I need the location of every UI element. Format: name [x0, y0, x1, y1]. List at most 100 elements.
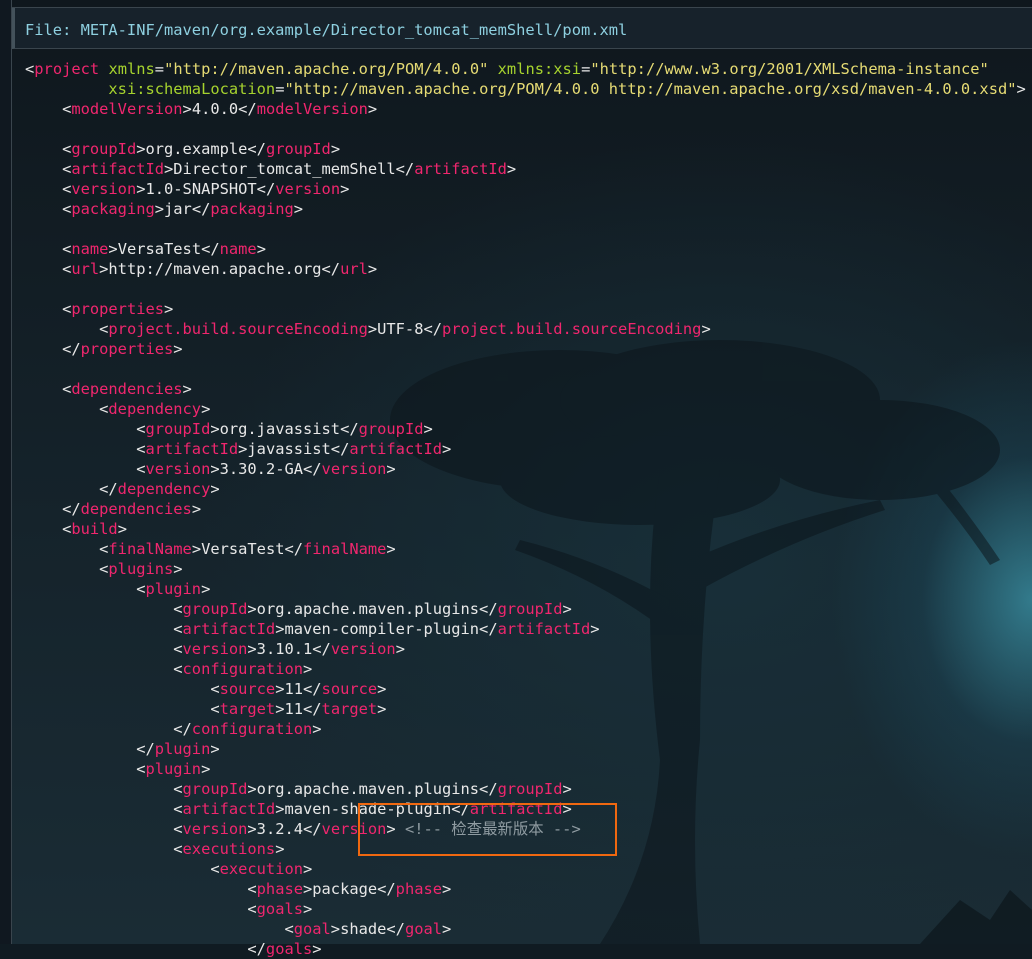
- xml-text: =: [581, 60, 591, 78]
- xml-text: >org.javassist</: [210, 420, 359, 438]
- xml-text: >11</: [275, 700, 322, 718]
- xml-text: >Director_tomcat_memShell</: [164, 160, 415, 178]
- xml-text: <: [25, 820, 183, 838]
- xml-tag-name: artifactId: [182, 620, 276, 638]
- xml-text: >3.2.4</: [247, 820, 322, 838]
- xml-tag-name: name: [71, 240, 109, 258]
- xml-tag-name: groupId: [265, 140, 331, 158]
- xml-tag-name: goal: [293, 920, 331, 938]
- xml-text: <: [25, 560, 109, 578]
- xml-text: [25, 80, 108, 98]
- xml-tag-name: target: [219, 700, 276, 718]
- xml-text: >: [367, 100, 378, 118]
- xml-text: >: [201, 580, 211, 598]
- xml-tag-name: source: [321, 680, 378, 698]
- xml-text: <: [25, 260, 72, 278]
- code-line: <url>http://maven.apache.org</url>: [25, 259, 1026, 279]
- xml-text: >: [173, 560, 183, 578]
- xml-tag-name: artifactId: [349, 440, 443, 458]
- xml-text: <: [25, 760, 146, 778]
- xml-text: >: [210, 740, 220, 758]
- xml-text: >: [201, 400, 211, 418]
- xml-tag-name: groupId: [71, 140, 137, 158]
- xml-text: >: [312, 940, 322, 958]
- xml-text: >: [1016, 80, 1026, 98]
- xml-text: >http://maven.apache.org</: [99, 260, 341, 278]
- xml-tag-name: version: [145, 460, 211, 478]
- xml-text: >3.30.2-GA</: [210, 460, 322, 478]
- xml-text: =: [154, 60, 165, 78]
- xml-text: <: [25, 620, 183, 638]
- xml-text: >: [201, 760, 211, 778]
- xml-tag-name: version: [182, 640, 248, 658]
- code-line: <groupId>org.apache.maven.plugins</group…: [25, 599, 1026, 619]
- xml-tag-name: artifactId: [145, 440, 239, 458]
- xml-tag-name: properties: [71, 300, 165, 318]
- xml-text: >1.0-SNAPSHOT</: [136, 180, 276, 198]
- file-path-label: File: META-INF/maven/org.example/Directo…: [25, 21, 628, 39]
- xml-text: >: [303, 900, 313, 918]
- xml-tag-name: dependencies: [80, 500, 192, 518]
- xml-text: >: [330, 140, 341, 158]
- xml-text: <: [25, 840, 183, 858]
- xml-tag-name: groupId: [497, 780, 563, 798]
- code-line: <dependencies>: [25, 379, 1026, 399]
- xml-text: <: [25, 60, 35, 78]
- xml-text: >: [506, 160, 517, 178]
- file-header-bar: File: META-INF/maven/org.example/Directo…: [12, 8, 1032, 49]
- xml-tag-name: artifactId: [497, 620, 591, 638]
- xml-tag-name: modelVersion: [71, 100, 183, 118]
- code-line: xsi:schemaLocation="http://maven.apache.…: [25, 79, 1026, 99]
- code-line: <build>: [25, 519, 1026, 539]
- xml-tag-name: plugin: [145, 580, 202, 598]
- xml-string: "http://maven.apache.org/POM/4.0.0": [164, 60, 489, 78]
- xml-text: >: [377, 700, 387, 718]
- code-line: <project xmlns="http://maven.apache.org/…: [25, 59, 1026, 79]
- xml-tag-name: dependencies: [71, 380, 183, 398]
- xml-text: >: [442, 440, 452, 458]
- code-line: </properties>: [25, 339, 1026, 359]
- xml-text: <: [25, 420, 146, 438]
- editor-gutter: [0, 0, 12, 944]
- xml-text: <: [25, 460, 146, 478]
- xml-tag-name: configuration: [182, 660, 303, 678]
- xml-text: <: [25, 160, 72, 178]
- xml-tag-name: source: [219, 680, 276, 698]
- xml-tag-name: phase: [395, 880, 443, 898]
- xml-text: >: [191, 500, 202, 518]
- xml-tag-name: plugin: [154, 740, 211, 758]
- xml-tag-name: phase: [256, 880, 303, 898]
- xml-tag-name: url: [71, 260, 100, 278]
- xml-text: >: [275, 840, 285, 858]
- code-line: <goals>: [25, 899, 1026, 919]
- xml-tag-name: packaging: [71, 200, 155, 218]
- xml-tag-name: version: [71, 180, 137, 198]
- xml-text: >: [562, 600, 572, 618]
- xml-text: >: [377, 680, 387, 698]
- xml-tag-name: goals: [265, 940, 313, 958]
- code-line: <groupId>org.apache.maven.plugins</group…: [25, 779, 1026, 799]
- xml-text: <: [25, 920, 294, 938]
- xml-tag-name: groupId: [145, 420, 211, 438]
- xml-text: <: [25, 400, 109, 418]
- code-line: <version>1.0-SNAPSHOT</version>: [25, 179, 1026, 199]
- code-line: </goals>: [25, 939, 1026, 959]
- code-line: </dependencies>: [25, 499, 1026, 519]
- xml-text: >jar</: [154, 200, 211, 218]
- xml-text: <: [25, 780, 183, 798]
- code-line: </plugin>: [25, 739, 1026, 759]
- code-line: <plugin>: [25, 579, 1026, 599]
- code-line: <configuration>: [25, 659, 1026, 679]
- xml-string: "http://maven.apache.org/POM/4.0.0 http:…: [284, 80, 1017, 98]
- xml-text: >VersaTest</: [191, 540, 304, 558]
- code-line: <plugin>: [25, 759, 1026, 779]
- xml-text: </: [25, 480, 118, 498]
- xml-text: <: [25, 440, 146, 458]
- xml-tag-name: groupId: [497, 600, 563, 618]
- code-line: <dependency>: [25, 399, 1026, 419]
- annotation-highlight-box: [358, 803, 617, 856]
- xml-attribute: xsi:schemaLocation: [108, 80, 276, 98]
- xml-text: >javassist</: [238, 440, 350, 458]
